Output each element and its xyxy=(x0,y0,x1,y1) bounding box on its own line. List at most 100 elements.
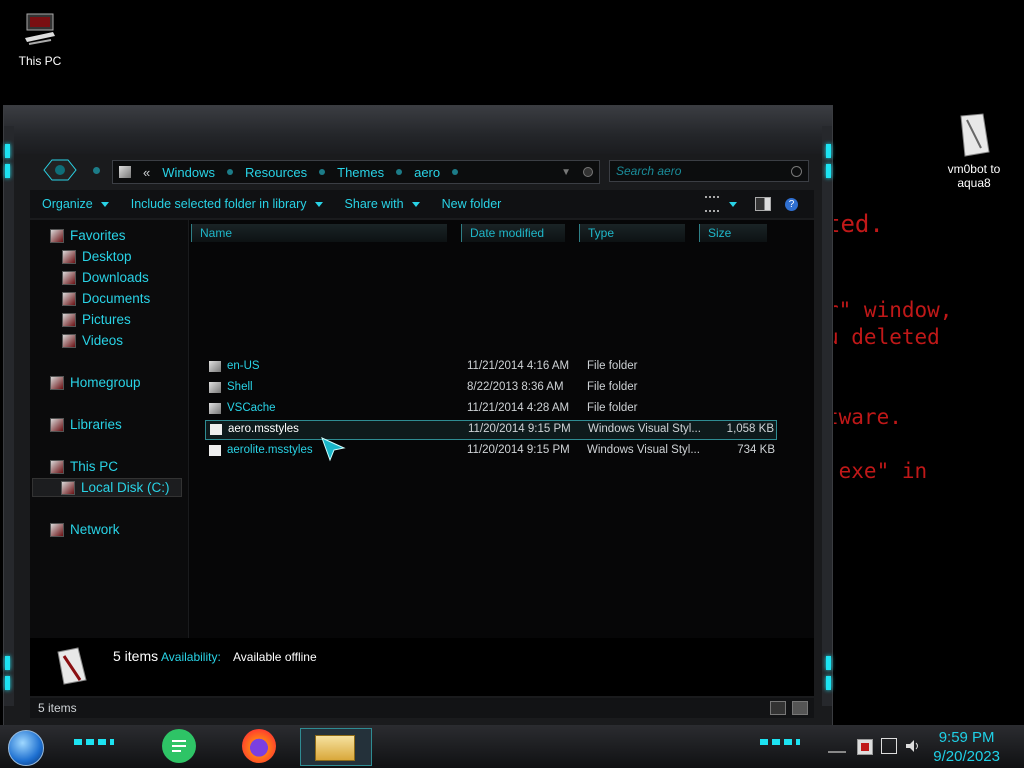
details-item-count: 5 items xyxy=(113,648,159,664)
share-with-button[interactable]: Share with xyxy=(345,197,420,211)
file-name: VSCache xyxy=(227,402,276,414)
show-hidden-icons-icon[interactable] xyxy=(828,741,846,753)
back-button[interactable] xyxy=(42,158,78,182)
download-icon xyxy=(62,270,76,285)
nav-label: This PC xyxy=(70,459,119,474)
command-toolbar: Organize Include selected folder in libr… xyxy=(30,190,814,218)
nav-network[interactable]: Network xyxy=(50,522,120,537)
search-input[interactable]: Search aero xyxy=(609,160,809,182)
search-icon[interactable] xyxy=(791,165,802,177)
nav-homegroup[interactable]: Homegroup xyxy=(50,375,141,390)
nav-libraries[interactable]: Libraries xyxy=(50,417,122,432)
file-row-selected[interactable]: aero.msstyles 11/20/2014 9:15 PM Windows… xyxy=(205,420,777,440)
breadcrumb-windows[interactable]: Windows xyxy=(162,165,215,180)
file-row[interactable]: Shell 8/22/2013 8:36 AM File folder xyxy=(205,379,775,397)
desktop-icon-vm0bot[interactable]: vm0bot to aqua8 xyxy=(940,112,1008,190)
file-explorer-app-button[interactable] xyxy=(300,728,372,766)
preview-pane-icon[interactable] xyxy=(755,197,771,211)
file-name: aero.msstyles xyxy=(228,423,299,435)
view-options-icon[interactable] xyxy=(705,196,719,212)
led-accent xyxy=(5,164,10,178)
breadcrumb-separator-icon[interactable] xyxy=(226,169,233,175)
folder-icon xyxy=(315,735,355,761)
led-accent xyxy=(5,676,10,690)
firefox-app-button[interactable] xyxy=(242,729,276,763)
file-date: 11/21/2014 4:16 AM xyxy=(467,360,570,372)
nav-label: Documents xyxy=(82,291,151,306)
file-type: File folder xyxy=(587,402,638,414)
file-row[interactable]: en-US 11/21/2014 4:16 AM File folder xyxy=(205,358,775,376)
folder-icon xyxy=(209,361,221,372)
forward-dot-icon xyxy=(93,167,100,174)
breadcrumb-aero[interactable]: aero xyxy=(414,165,440,180)
file-name: en-US xyxy=(227,360,260,372)
file-size: 734 KB xyxy=(737,444,775,456)
breadcrumb-themes[interactable]: Themes xyxy=(337,165,384,180)
file-type: File folder xyxy=(587,360,638,372)
background-text-line: r" window, xyxy=(826,298,953,322)
breadcrumb-separator-icon[interactable] xyxy=(452,169,459,175)
star-icon xyxy=(50,228,64,243)
homegroup-icon xyxy=(50,375,64,390)
clock-time: 9:59 PM xyxy=(938,729,995,746)
breadcrumb-separator-icon[interactable] xyxy=(396,169,403,175)
file-type: Windows Visual Styl... xyxy=(588,423,701,435)
address-dropdown-icon[interactable]: ▼ xyxy=(561,167,571,178)
details-view-icon[interactable] xyxy=(770,701,786,715)
include-in-library-button[interactable]: Include selected folder in library xyxy=(131,197,323,211)
folder-icon xyxy=(209,403,221,414)
file-size: 1,058 KB xyxy=(726,423,774,435)
column-header-name[interactable]: Name xyxy=(191,224,447,242)
background-text-line: .exe" in xyxy=(826,459,928,483)
file-row[interactable]: aerolite.msstyles 11/20/2014 9:15 PM Win… xyxy=(205,442,775,460)
folder-icon xyxy=(119,166,131,178)
nav-favorites[interactable]: Favorites xyxy=(50,228,126,243)
help-icon[interactable]: ? xyxy=(785,197,798,211)
background-text-line: u deleted xyxy=(826,325,940,349)
column-header-date[interactable]: Date modified xyxy=(461,224,565,242)
nav-documents[interactable]: Documents xyxy=(62,291,150,306)
desktop-icon-this-pc[interactable]: This PC xyxy=(14,12,66,68)
file-row[interactable]: VSCache 11/21/2014 4:28 AM File folder xyxy=(205,400,775,418)
chevron-down-icon xyxy=(100,201,109,207)
taskbar-led-icon xyxy=(760,739,800,745)
nav-videos[interactable]: Videos xyxy=(62,333,123,348)
led-accent xyxy=(826,676,831,690)
column-header-size[interactable]: Size xyxy=(699,224,767,242)
notes-app-button[interactable] xyxy=(162,729,196,763)
chevron-down-icon[interactable] xyxy=(729,201,737,207)
clock[interactable]: 9:59 PM 9/20/2023 xyxy=(933,728,1000,766)
new-folder-button[interactable]: New folder xyxy=(442,197,502,211)
breadcrumb-resources[interactable]: Resources xyxy=(245,165,307,180)
folder-icon xyxy=(209,382,221,393)
breadcrumb-separator-icon[interactable] xyxy=(319,169,326,175)
nav-pictures[interactable]: Pictures xyxy=(62,312,131,327)
nav-this-pc[interactable]: This PC xyxy=(50,459,118,474)
nav-downloads[interactable]: Downloads xyxy=(62,270,149,285)
refresh-icon[interactable] xyxy=(583,167,593,177)
large-icons-view-icon[interactable] xyxy=(792,701,808,715)
led-accent xyxy=(5,656,10,670)
nav-desktop[interactable]: Desktop xyxy=(62,249,132,264)
msstyles-file-icon xyxy=(209,445,221,456)
file-date: 11/20/2014 9:15 PM xyxy=(468,423,571,435)
nav-label: Favorites xyxy=(70,228,126,243)
breadcrumb-overflow[interactable]: « xyxy=(143,165,150,180)
action-center-flag-icon[interactable] xyxy=(857,739,873,755)
organize-button[interactable]: Organize xyxy=(42,197,109,211)
mouse-cursor-icon xyxy=(320,436,346,467)
file-list[interactable]: Name Date modified Type Size en-US 11/21… xyxy=(189,220,814,638)
nav-label: Libraries xyxy=(70,417,122,432)
taskbar-led-icon xyxy=(74,739,114,745)
network-tray-icon[interactable] xyxy=(881,738,897,754)
column-header-type[interactable]: Type xyxy=(579,224,685,242)
window-title-bar[interactable] xyxy=(4,106,832,154)
start-orb-button[interactable] xyxy=(8,730,44,766)
new-folder-label: New folder xyxy=(441,197,502,211)
explorer-window[interactable]: « Windows Resources Themes aero ▼ Search… xyxy=(3,105,833,727)
nav-local-disk[interactable]: Local Disk (C:) xyxy=(32,478,182,497)
window-frame-left xyxy=(4,126,14,706)
address-bar[interactable]: « Windows Resources Themes aero ▼ xyxy=(112,160,600,184)
search-placeholder: Search aero xyxy=(616,164,682,178)
volume-icon[interactable] xyxy=(905,739,921,753)
